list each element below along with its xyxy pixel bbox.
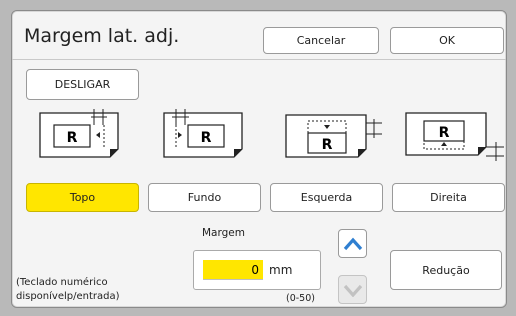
chevron-down-icon	[343, 284, 362, 297]
keypad-hint-line1: (Teclado numérico	[16, 277, 108, 288]
ok-button[interactable]: OK	[390, 27, 504, 54]
dialog-title: Margem lat. adj.	[24, 25, 180, 47]
dialog-panel: Margem lat. adj. Cancelar OK DESLIGAR R …	[11, 10, 507, 308]
reduction-button[interactable]: Redução	[390, 250, 502, 290]
margin-top-diagram-icon: R	[39, 109, 119, 158]
option-top-button[interactable]: Topo	[26, 183, 139, 212]
off-button[interactable]: DESLIGAR	[26, 69, 139, 100]
margin-range: (0-50)	[286, 293, 315, 304]
margin-label: Margem	[202, 227, 245, 239]
option-left-button[interactable]: Esquerda	[270, 183, 383, 212]
option-bottom-button[interactable]: Fundo	[148, 183, 261, 212]
margin-right-diagram-icon: R	[405, 112, 504, 161]
cancel-button[interactable]: Cancelar	[263, 27, 379, 54]
margin-value[interactable]: 0	[203, 260, 263, 280]
increase-button[interactable]	[338, 229, 367, 258]
option-right-button[interactable]: Direita	[392, 183, 505, 212]
svg-text:R: R	[322, 137, 333, 153]
margin-field[interactable]: 0 mm	[193, 250, 321, 290]
header-divider	[12, 59, 506, 60]
svg-text:R: R	[67, 130, 78, 146]
margin-left-diagram-icon: R	[285, 114, 382, 158]
keypad-hint-line2: disponívelp/entrada)	[16, 291, 120, 302]
svg-text:R: R	[439, 125, 450, 141]
margin-unit: mm	[269, 263, 293, 277]
decrease-button[interactable]	[338, 275, 367, 304]
svg-text:R: R	[201, 130, 212, 146]
chevron-up-icon	[343, 237, 362, 250]
margin-bottom-diagram-icon: R	[163, 109, 243, 158]
